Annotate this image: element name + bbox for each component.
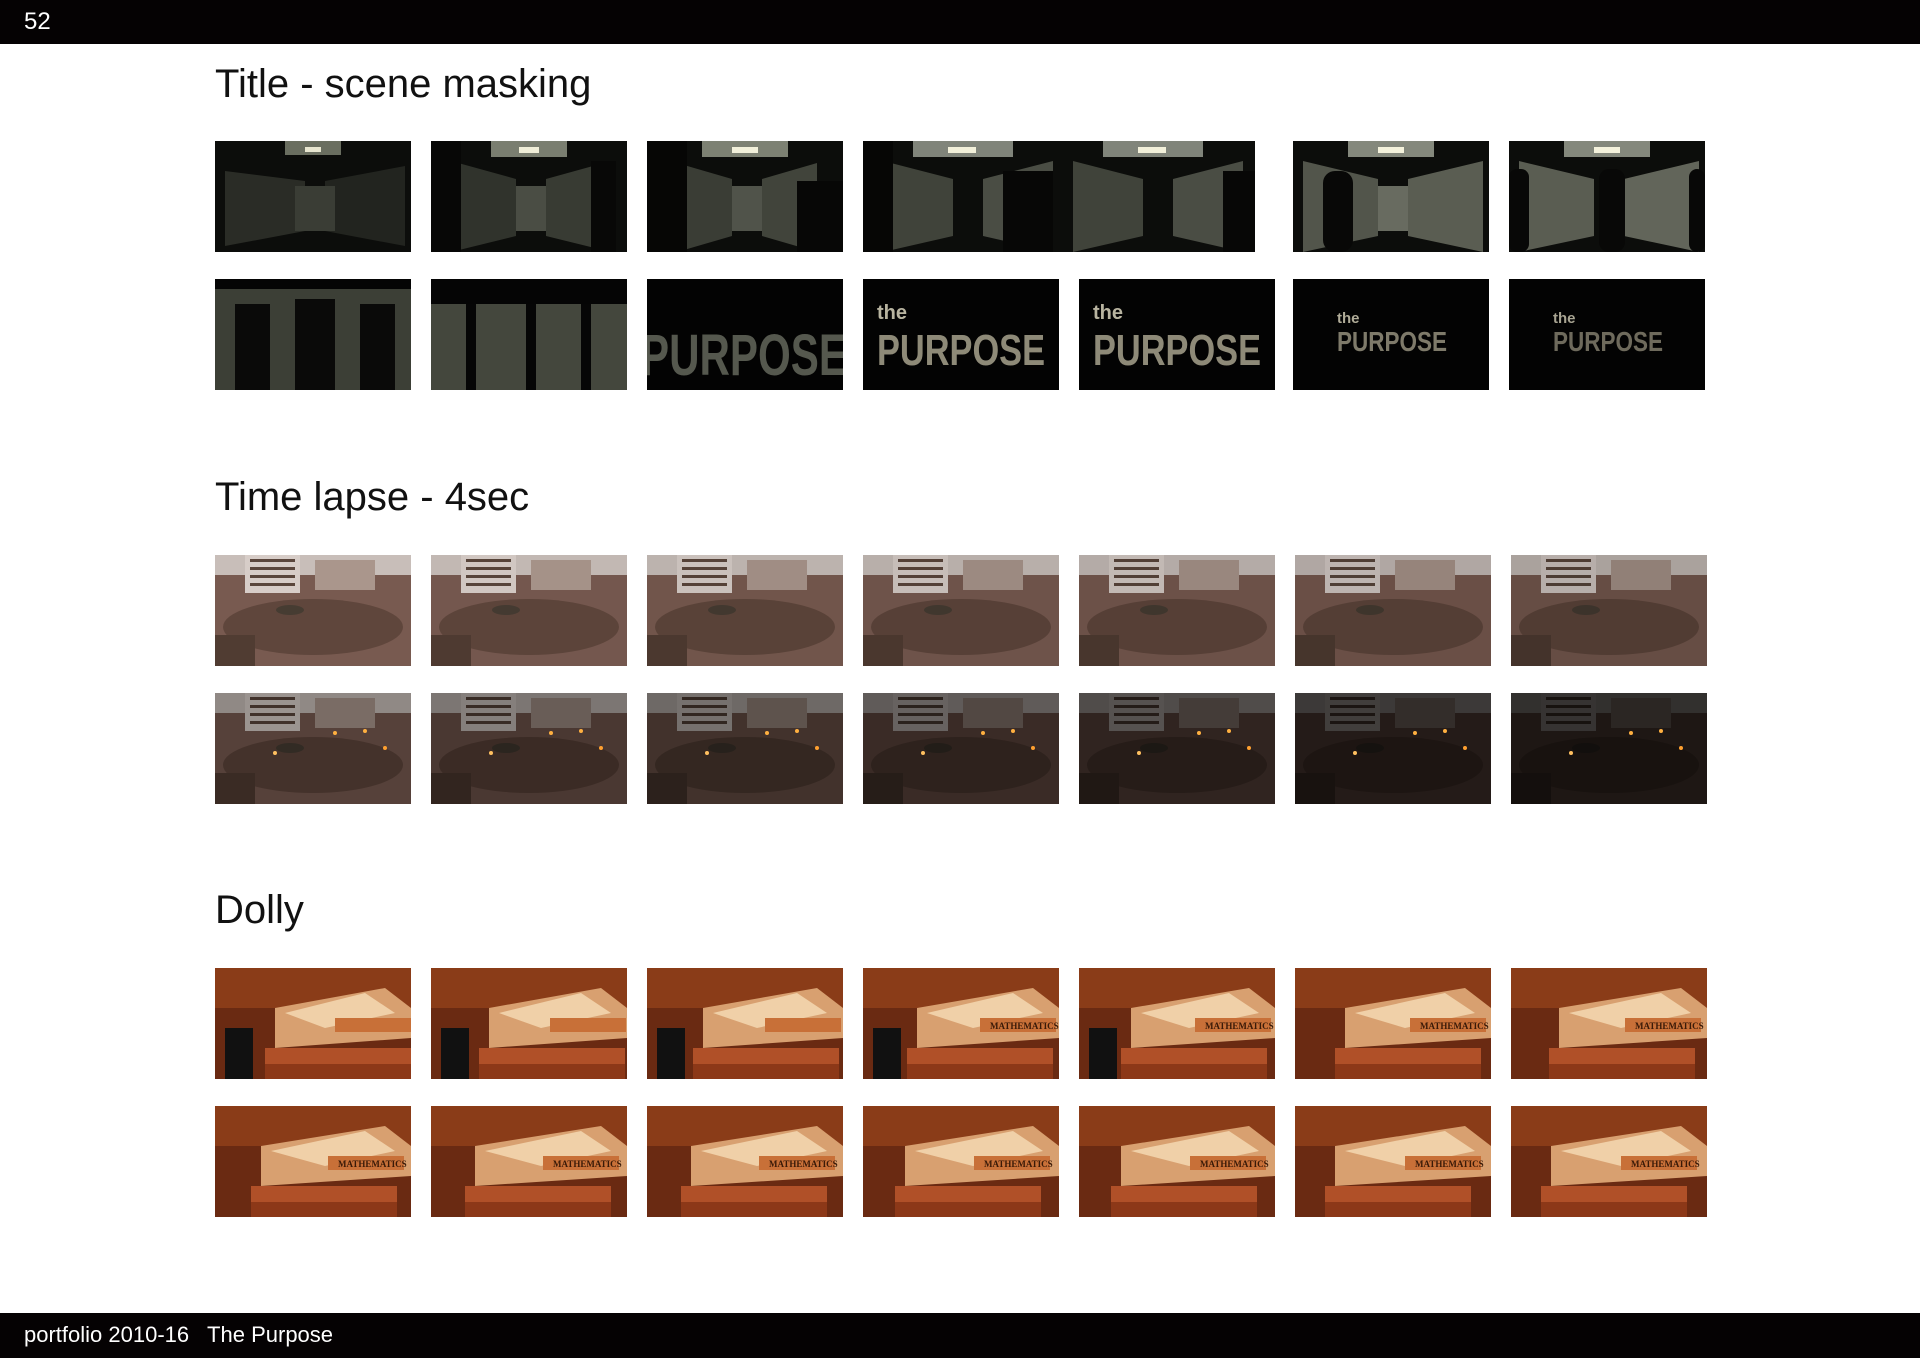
dolly-frame-5: MATHEMATICS <box>1079 968 1275 1079</box>
section-title-dolly: Dolly <box>215 888 304 932</box>
dolly-frame-late-4: MATHEMATICS <box>863 1106 1059 1217</box>
time-lapse-frame-night-1 <box>215 693 411 804</box>
dolly-frame-2 <box>431 968 627 1079</box>
dolly-row-1: MATHEMATICS MATHEMATICS MATHEMATICS MATH… <box>215 968 1707 1079</box>
footer-text: portfolio 2010-16 The Purpose <box>24 1322 334 1347</box>
time-lapse-row-2 <box>215 693 1707 804</box>
corridor-frame-3 <box>647 141 843 252</box>
title-small-text: the <box>877 302 907 324</box>
scene-masking-row-1 <box>215 141 1705 252</box>
corridor-frame-4-wide <box>863 141 1255 252</box>
corridor-frame-2 <box>431 141 627 252</box>
time-lapse-row-1 <box>215 555 1707 666</box>
title-text: PURPOSE <box>1093 326 1261 375</box>
section-title-time-lapse: Time lapse - 4sec <box>215 475 530 519</box>
title-text: PURPOSE <box>1337 326 1447 357</box>
time-lapse-frame-night-3 <box>647 693 843 804</box>
time-lapse-frame-3 <box>647 555 843 666</box>
dolly-frame-6: MATHEMATICS <box>1295 968 1491 1079</box>
svg-text:MATHEMATICS: MATHEMATICS <box>990 1021 1059 1031</box>
dolly-frame-7: MATHEMATICS <box>1511 968 1707 1079</box>
svg-text:MATHEMATICS: MATHEMATICS <box>1205 1021 1274 1031</box>
svg-text:MATHEMATICS: MATHEMATICS <box>1415 1159 1484 1169</box>
time-lapse-frame-7 <box>1511 555 1707 666</box>
section-title-scene-masking: Title - scene masking <box>215 62 592 106</box>
title-text: PURPOSE <box>1553 326 1663 357</box>
title-reveal-frame-2 <box>431 279 627 390</box>
dolly-frame-late-1: MATHEMATICS <box>215 1106 411 1217</box>
time-lapse-frame-night-5 <box>1079 693 1275 804</box>
svg-text:MATHEMATICS: MATHEMATICS <box>338 1159 407 1169</box>
title-small-text: the <box>1337 310 1360 327</box>
svg-text:MATHEMATICS: MATHEMATICS <box>1631 1159 1700 1169</box>
time-lapse-frame-4 <box>863 555 1059 666</box>
dolly-frame-late-5: MATHEMATICS <box>1079 1106 1275 1217</box>
title-reveal-frame-4: the PURPOSE <box>863 279 1059 390</box>
corridor-frame-1 <box>215 141 411 252</box>
title-reveal-frame-7: the PURPOSE <box>1509 279 1705 390</box>
time-lapse-frame-night-7 <box>1511 693 1707 804</box>
svg-text:MATHEMATICS: MATHEMATICS <box>553 1159 622 1169</box>
time-lapse-frame-2 <box>431 555 627 666</box>
bottom-bar: portfolio 2010-16 The Purpose <box>0 1313 1920 1358</box>
title-text: PURPOSE <box>877 326 1045 375</box>
page-number: 52 <box>24 8 51 35</box>
title-text-large: PURPOSE <box>647 323 843 388</box>
svg-text:MATHEMATICS: MATHEMATICS <box>984 1159 1053 1169</box>
dolly-row-2: MATHEMATICS MATHEMATICS MATHEMATICS MATH… <box>215 1106 1707 1217</box>
time-lapse-frame-night-4 <box>863 693 1059 804</box>
title-reveal-frame-3: PURPOSE <box>647 279 843 390</box>
svg-text:MATHEMATICS: MATHEMATICS <box>1420 1021 1489 1031</box>
dolly-frame-4: MATHEMATICS <box>863 968 1059 1079</box>
corridor-frame-6 <box>1509 141 1705 252</box>
dolly-frame-late-3: MATHEMATICS <box>647 1106 843 1217</box>
top-bar: 52 <box>0 0 1920 44</box>
dolly-frame-3 <box>647 968 843 1079</box>
svg-text:MATHEMATICS: MATHEMATICS <box>769 1159 838 1169</box>
time-lapse-frame-5 <box>1079 555 1275 666</box>
corridor-frame-5 <box>1293 141 1489 252</box>
dolly-frame-late-2: MATHEMATICS <box>431 1106 627 1217</box>
time-lapse-frame-night-6 <box>1295 693 1491 804</box>
title-small-text: the <box>1553 310 1576 327</box>
dolly-frame-1 <box>215 968 411 1079</box>
dolly-frame-late-7: MATHEMATICS <box>1511 1106 1707 1217</box>
title-reveal-frame-6: the PURPOSE <box>1293 279 1489 390</box>
svg-text:MATHEMATICS: MATHEMATICS <box>1635 1021 1704 1031</box>
scene-masking-row-2: PURPOSE the PURPOSE the PURPOSE the PURPOSE… <box>215 279 1705 390</box>
title-reveal-frame-5: the PURPOSE <box>1079 279 1275 390</box>
title-reveal-frame-1 <box>215 279 411 390</box>
title-small-text: the <box>1093 302 1123 324</box>
dolly-frame-late-6: MATHEMATICS <box>1295 1106 1491 1217</box>
svg-text:MATHEMATICS: MATHEMATICS <box>1200 1159 1269 1169</box>
time-lapse-frame-6 <box>1295 555 1491 666</box>
time-lapse-frame-1 <box>215 555 411 666</box>
time-lapse-frame-night-2 <box>431 693 627 804</box>
